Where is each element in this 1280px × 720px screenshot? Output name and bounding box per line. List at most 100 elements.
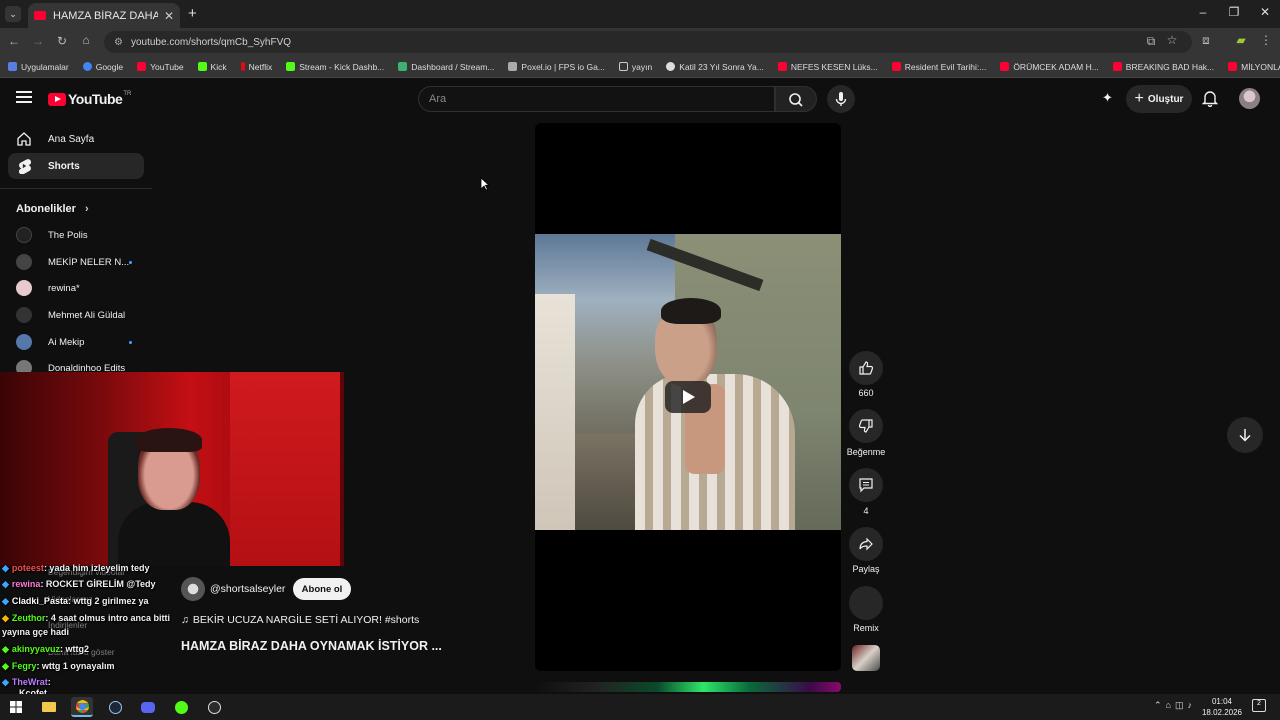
channel-avatar <box>16 334 32 350</box>
reload-icon[interactable]: ↻ <box>54 34 70 48</box>
next-short-preview[interactable] <box>535 682 841 692</box>
comment-count: 4 <box>863 506 869 516</box>
bookmark-youtube[interactable]: YouTube <box>137 62 184 72</box>
subscription-item[interactable]: The Polis <box>16 227 88 243</box>
chat-badge-icon: ◆ <box>2 613 9 623</box>
url-field[interactable]: ⚙ youtube.com/shorts/qmCb_SyhFVQ <box>104 31 1192 53</box>
region-code: TR <box>123 91 132 97</box>
shorts-video-player[interactable] <box>535 123 841 671</box>
bookmark-orumcek-adam[interactable]: ÖRÜMCEK ADAM H... <box>1000 62 1099 72</box>
youtube-logo[interactable]: YouTube TR <box>48 91 131 107</box>
youtube-play-logo-icon <box>48 92 66 106</box>
subscription-item[interactable]: rewina* <box>16 280 80 296</box>
bookmark-apps[interactable]: Uygulamalar <box>8 62 69 72</box>
close-tab-icon[interactable]: ✕ <box>164 9 174 23</box>
bookmark-breaking-bad[interactable]: BREAKING BAD Hak... <box>1112 62 1214 72</box>
windows-start-icon[interactable] <box>5 697 27 717</box>
like-count: 660 <box>858 388 874 398</box>
profile-extension-icon[interactable]: ▰ <box>1233 33 1249 47</box>
system-tray-icons[interactable]: ⌃⌂◫♪ <box>1154 700 1196 711</box>
shorts-icon <box>16 158 32 174</box>
search-button[interactable] <box>775 86 817 112</box>
next-short-button[interactable] <box>1227 417 1263 453</box>
video-title[interactable]: HAMZA BİRAZ DAHA OYNAMAK İSTİYOR ... <box>181 639 442 653</box>
account-avatar[interactable] <box>1239 88 1260 109</box>
chat-message: ◆ TheWrat: <box>2 677 51 687</box>
create-button[interactable]: + Oluştur <box>1126 85 1192 113</box>
bookmark-resident-evil[interactable]: Resident Evil Tarihi:... <box>891 62 986 72</box>
like-button[interactable] <box>849 351 883 385</box>
steam-icon[interactable] <box>104 697 126 717</box>
file-explorer-icon[interactable] <box>38 697 60 717</box>
youtube-header: YouTube TR ✦ + Oluştur <box>0 79 1280 119</box>
channel-avatar[interactable] <box>181 577 205 601</box>
minimize-icon[interactable]: – <box>1193 5 1213 19</box>
home-browser-icon[interactable]: ⌂ <box>78 33 94 47</box>
discord-icon[interactable] <box>137 697 159 717</box>
subscription-item[interactable]: Mehmet Ali Güldal <box>16 307 125 323</box>
extensions-icon[interactable]: ⧈ <box>1198 33 1214 48</box>
youtube-icon <box>891 62 901 71</box>
site-info-icon[interactable]: ⚙ <box>114 37 123 48</box>
browser-menu-icon[interactable]: ⋮ <box>1258 33 1274 47</box>
youtube-icon <box>1228 62 1238 71</box>
chat-message: yayına gçe hadi <box>2 627 70 637</box>
bookmark-google[interactable]: Google <box>82 62 123 72</box>
share-button[interactable] <box>849 527 883 561</box>
install-app-icon[interactable]: ⧉ <box>1143 34 1159 49</box>
restore-icon[interactable]: ❐ <box>1224 5 1244 19</box>
bookmarks-bar: Uygulamalar Google YouTube Kick Netflix … <box>0 56 1280 78</box>
sidebar-item-shorts[interactable]: Shorts <box>8 153 144 179</box>
bookmark-folder-yayin[interactable]: yayın <box>618 62 652 72</box>
sidebar-item-label: Shorts <box>48 160 80 172</box>
create-label: Oluştur <box>1147 93 1184 105</box>
subscription-item[interactable]: MEKİP NELER N... <box>16 254 132 270</box>
voice-search-button[interactable] <box>827 85 855 113</box>
sound-thumbnail[interactable] <box>852 645 880 671</box>
hamburger-menu-icon[interactable] <box>16 91 32 103</box>
netflix-icon <box>240 62 245 71</box>
bookmark-star-icon[interactable]: ☆ <box>1164 33 1180 47</box>
taskbar-clock[interactable]: 01:04 18.02.2026 <box>1200 696 1244 718</box>
subscription-item[interactable]: Ai Mekip <box>16 334 132 350</box>
dislike-button[interactable] <box>849 409 883 443</box>
channel-name[interactable]: @shortsalseyler <box>210 583 285 595</box>
chat-message: ◆ Zeuthor: 4 saat olmus intro anca bitti <box>2 613 170 623</box>
bookmark-netflix[interactable]: Netflix <box>240 62 272 72</box>
browser-tab[interactable]: HAMZA BİRAZ DAHA OYNAMAK İSTİYOR ... ✕ <box>28 3 180 28</box>
chat-badge-icon: ◆ <box>2 644 9 654</box>
chat-message: ◆ rewina: ROCKET GİRELİM @Tedy <box>2 579 156 589</box>
remix-button[interactable] <box>849 586 883 620</box>
kick-studio-icon[interactable] <box>170 697 192 717</box>
bookmark-poxel[interactable]: Poxel.io | FPS io Ga... <box>508 62 605 72</box>
bookmark-kick-dashboard[interactable]: Stream - Kick Dashb... <box>286 62 384 72</box>
chevron-right-icon: › <box>84 203 89 215</box>
chrome-icon[interactable] <box>71 697 93 717</box>
forward-icon[interactable]: → <box>30 34 46 48</box>
subscribe-button[interactable]: Abone ol <box>293 578 351 600</box>
new-tab-button[interactable]: + <box>188 5 197 22</box>
close-window-icon[interactable]: ✕ <box>1255 5 1275 19</box>
play-button[interactable] <box>665 381 711 413</box>
comments-button[interactable] <box>849 468 883 502</box>
bookmark-kick[interactable]: Kick <box>197 62 227 72</box>
back-icon[interactable]: ← <box>6 34 22 48</box>
search-input[interactable] <box>429 93 729 105</box>
notification-center-icon[interactable]: 2 <box>1252 699 1266 712</box>
bookmark-katil[interactable]: Katil 23 Yıl Sonra Ya... <box>666 62 764 72</box>
tab-list-button[interactable]: ⌄ <box>5 6 21 22</box>
sound-link[interactable]: ♫ BEKİR UCUZA NARGİLE SETİ ALIYOR! #shor… <box>181 614 419 626</box>
notifications-bell-icon[interactable] <box>1201 89 1219 112</box>
subscriptions-heading[interactable]: Abonelikler › <box>16 203 89 215</box>
ai-sparkle-icon[interactable]: ✦ <box>1102 90 1113 106</box>
address-bar-row: ← → ↻ ⌂ ⚙ youtube.com/shorts/qmCb_SyhFVQ… <box>0 28 1280 56</box>
webcam-wall <box>230 372 340 566</box>
sidebar-item-home[interactable]: Ana Sayfa <box>8 126 144 152</box>
plus-icon: + <box>1134 90 1144 107</box>
bookmark-milyonlar[interactable]: MİLYONLAR ÇALAR... <box>1228 62 1280 72</box>
obs-icon[interactable] <box>203 697 225 717</box>
webcam-person-hair <box>136 428 202 452</box>
search-box <box>418 86 775 112</box>
bookmark-stream-dashboard[interactable]: Dashboard / Stream... <box>398 62 494 72</box>
bookmark-nefes-kesen[interactable]: NEFES KESEN Lüks... <box>777 62 878 72</box>
